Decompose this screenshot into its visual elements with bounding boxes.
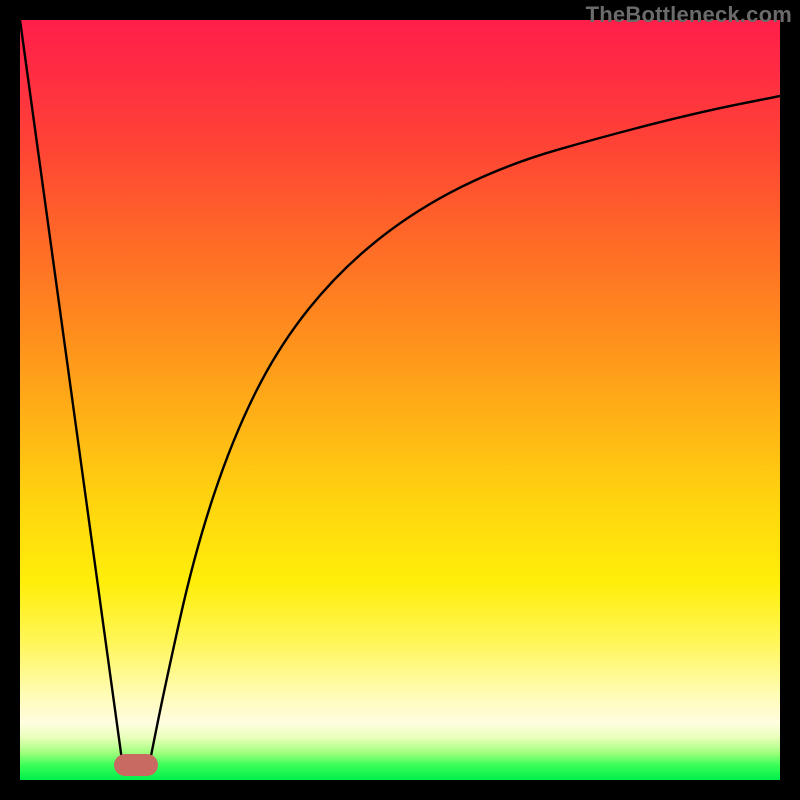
optimal-marker <box>114 754 158 776</box>
bottleneck-curve <box>20 20 780 765</box>
plot-area <box>20 20 780 780</box>
chart-frame: TheBottleneck.com <box>0 0 800 800</box>
curve-layer <box>20 20 780 780</box>
watermark-text: TheBottleneck.com <box>586 2 792 28</box>
